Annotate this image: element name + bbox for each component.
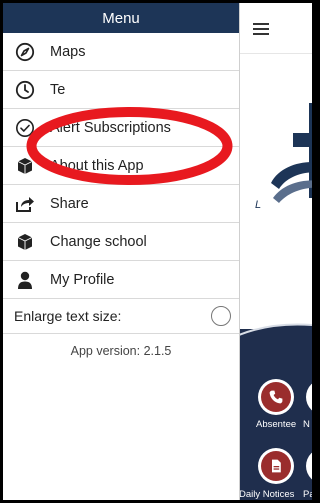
menu-item-label: Maps: [50, 43, 86, 60]
navigation-drawer: Menu Maps Te Alert Subscriptions About t: [3, 3, 240, 500]
drawer-header: Menu: [3, 3, 239, 33]
absentee-button[interactable]: [258, 379, 294, 415]
cube-icon: [14, 155, 36, 177]
daily-notices-button[interactable]: [258, 448, 294, 484]
absentee-label: Absentee: [256, 419, 297, 430]
school-logo: [271, 103, 312, 203]
daily-notices-label: Daily Notices: [239, 489, 295, 500]
menu-item-label: My Profile: [50, 271, 115, 288]
wave-divider: [239, 323, 312, 351]
cube-icon: [14, 231, 36, 253]
menu-item-maps[interactable]: Maps: [3, 33, 239, 71]
quick-link-label-4: Pa: [303, 489, 312, 500]
enlarge-text-row: Enlarge text size:: [3, 299, 239, 334]
background-app: L Absentee N Daily Notices Pa: [239, 3, 312, 500]
menu-item-change-school[interactable]: Change school: [3, 223, 239, 261]
logo-text: L: [255, 199, 262, 211]
menu-item-label: Te: [50, 81, 66, 98]
app-version: App version: 2.1.5: [70, 344, 172, 358]
menu-item-share[interactable]: Share: [3, 185, 239, 223]
app-frame: Menu Maps Te Alert Subscriptions About t: [3, 3, 312, 500]
check-circle-icon: [14, 117, 36, 139]
menu-item-timetable[interactable]: Te: [3, 71, 239, 109]
enlarge-text-toggle[interactable]: [211, 306, 231, 326]
document-icon: [261, 451, 291, 481]
clock-icon: [14, 79, 36, 101]
share-icon: [14, 193, 36, 215]
menu-item-label: Alert Subscriptions: [50, 119, 171, 136]
hamburger-menu-icon[interactable]: [253, 23, 269, 35]
menu-item-label: About this App: [50, 157, 144, 174]
drawer-title: Menu: [102, 9, 140, 27]
compass-icon: [14, 41, 36, 63]
menu-item-label: Change school: [50, 233, 147, 250]
menu-item-about[interactable]: About this App: [3, 147, 239, 185]
quick-link-label-2: N: [303, 419, 310, 430]
menu-item-my-profile[interactable]: My Profile: [3, 261, 239, 299]
menu-item-label: Share: [50, 195, 89, 212]
enlarge-text-label: Enlarge text size:: [14, 308, 122, 324]
person-icon: [14, 269, 36, 291]
phone-icon: [261, 382, 291, 412]
menu-item-alert-subscriptions[interactable]: Alert Subscriptions: [3, 109, 239, 147]
